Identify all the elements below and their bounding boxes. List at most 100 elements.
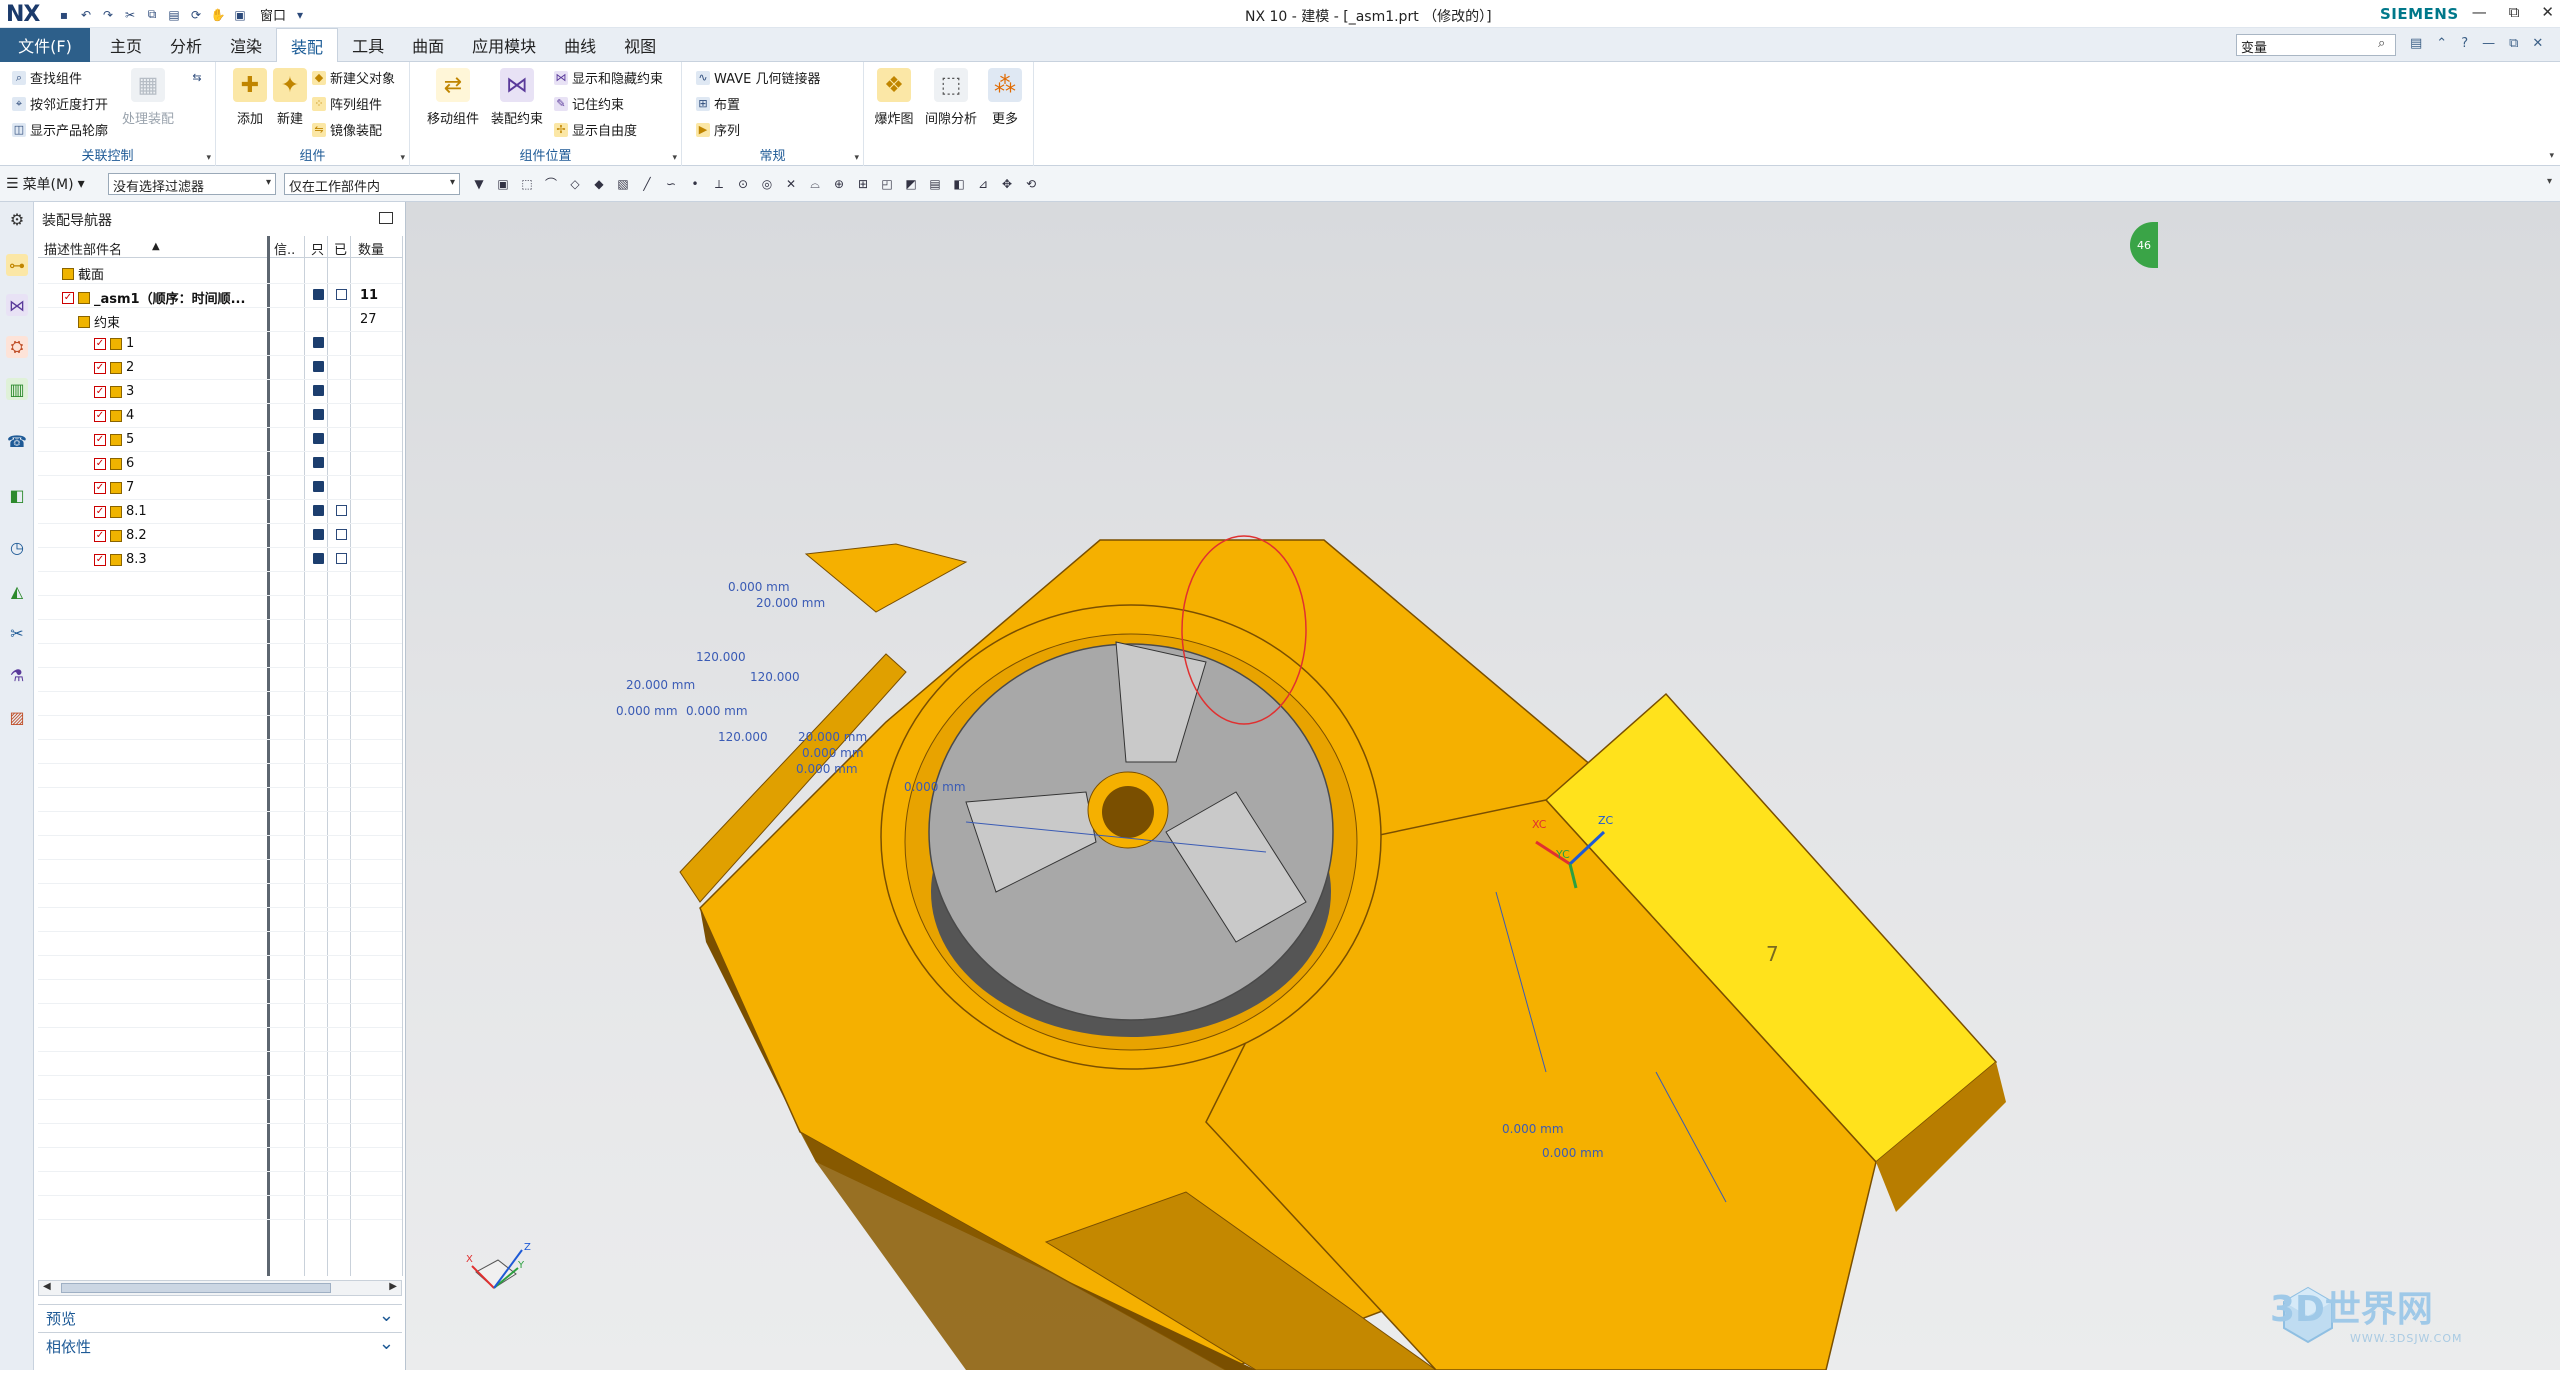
- search-icon[interactable]: ⌕: [2378, 36, 2385, 51]
- tree-node[interactable]: ✓ 3: [94, 384, 134, 399]
- render-style-icon[interactable]: ◩: [902, 175, 920, 193]
- layer-icon[interactable]: ▤: [926, 175, 944, 193]
- arrangement-button[interactable]: ⊞ 布置: [696, 94, 740, 113]
- new-component-button[interactable]: ✦ 新建: [264, 68, 316, 127]
- undo-icon[interactable]: ↶: [78, 7, 94, 23]
- grid-icon[interactable]: ⊞: [854, 175, 872, 193]
- tree-node[interactable]: ✓ 4: [94, 408, 134, 423]
- view-orient-icon[interactable]: ◰: [878, 175, 896, 193]
- curve-icon[interactable]: ∽: [662, 175, 680, 193]
- doc-restore-button[interactable]: ⧉: [2509, 36, 2518, 51]
- command-search-input[interactable]: 变量: [2236, 34, 2396, 56]
- tree-node[interactable]: ✓ 8.3: [94, 552, 147, 567]
- tree-row[interactable]: 约束 27: [38, 308, 402, 332]
- dimension-label[interactable]: 0.000 mm: [1502, 1122, 1564, 1136]
- clearance-analysis-button[interactable]: ⬚ 间隙分析: [920, 68, 982, 127]
- graphics-window[interactable]: 0.000 mm 20.000 mm 120.000 120.000 20.00…: [406, 202, 2560, 1370]
- tree-row[interactable]: ✓ 1: [38, 332, 402, 356]
- dimension-label[interactable]: 20.000 mm: [626, 678, 695, 692]
- tree-node[interactable]: ✓ _asm1（顺序：时间顺...: [62, 288, 245, 307]
- dependency-section[interactable]: 相依性 ⌄: [38, 1332, 402, 1356]
- tab-assembly[interactable]: 装配: [276, 28, 339, 62]
- scroll-left-icon[interactable]: ◀: [43, 1281, 51, 1292]
- visibility-checkbox[interactable]: ✓: [94, 529, 106, 542]
- ribbon-overflow-icon[interactable]: ▾: [2549, 151, 2554, 161]
- exploded-view-button[interactable]: ❖ 爆炸图: [868, 68, 920, 127]
- tree-row[interactable]: ✓ 2: [38, 356, 402, 380]
- more-button[interactable]: ⁂ 更多: [982, 68, 1028, 127]
- tab-render[interactable]: 渲染: [216, 28, 276, 62]
- window-menu[interactable]: 窗口: [260, 5, 286, 24]
- mirror-assembly-button[interactable]: ⇋ 镜像装配: [312, 120, 382, 139]
- restore-button[interactable]: ⧉: [2509, 3, 2520, 21]
- touch-mode-icon[interactable]: ✋: [210, 7, 226, 23]
- reuse-library-icon[interactable]: ▥: [6, 378, 28, 400]
- tree-node[interactable]: ✓ 5: [94, 432, 134, 447]
- cut-icon[interactable]: ✂: [122, 7, 138, 23]
- sort-ascending-icon[interactable]: ▲: [152, 241, 160, 252]
- repeat-command-icon[interactable]: ⟳: [188, 7, 204, 23]
- paste-icon[interactable]: ▤: [166, 7, 182, 23]
- dimension-label[interactable]: 0.000 mm: [686, 704, 748, 718]
- sequence-button[interactable]: ▶ 序列: [696, 120, 740, 139]
- group-expand-icon[interactable]: ▾: [400, 153, 405, 163]
- tree-node[interactable]: ✓ 8.1: [94, 504, 147, 519]
- tab-analysis[interactable]: 分析: [156, 28, 216, 62]
- midpoint-icon[interactable]: ⊙: [734, 175, 752, 193]
- visibility-checkbox[interactable]: ✓: [94, 553, 106, 566]
- tree-row[interactable]: ✓ 8.1: [38, 500, 402, 524]
- assembly-constraints-button[interactable]: ⋈ 装配约束: [486, 68, 548, 127]
- tree-node[interactable]: ✓ 7: [94, 480, 134, 495]
- dimension-label[interactable]: 20.000 mm: [756, 596, 825, 610]
- visibility-checkbox[interactable]: ✓: [94, 409, 106, 422]
- move-component-button[interactable]: ⇄ 移动组件: [422, 68, 484, 127]
- visibility-checkbox[interactable]: ✓: [94, 481, 106, 494]
- web-browser-icon[interactable]: ☎: [6, 430, 28, 452]
- tree-node[interactable]: ✓ 8.2: [94, 528, 147, 543]
- process-assembly-button[interactable]: ▦ 处理装配: [122, 68, 174, 127]
- maximize-panel-icon[interactable]: [379, 212, 393, 224]
- body-select-icon[interactable]: ◆: [590, 175, 608, 193]
- dimension-label[interactable]: 0.000 mm: [802, 746, 864, 760]
- dimension-label[interactable]: 120.000: [696, 650, 746, 664]
- group-expand-icon[interactable]: ▾: [854, 153, 859, 163]
- dimension-label[interactable]: 0.000 mm: [904, 780, 966, 794]
- visibility-checkbox[interactable]: ✓: [94, 505, 106, 518]
- remember-constraints-button[interactable]: ✎ 记住约束: [554, 94, 624, 113]
- pan-icon[interactable]: ✥: [998, 175, 1016, 193]
- dimension-label[interactable]: 120.000: [750, 670, 800, 684]
- system-materials-icon[interactable]: ◭: [6, 580, 28, 602]
- tree-node[interactable]: 约束: [78, 312, 120, 331]
- clock-icon[interactable]: ◷: [6, 536, 28, 558]
- wave-linker-button[interactable]: ∿ WAVE 几何链接器: [696, 68, 820, 87]
- horizontal-scrollbar[interactable]: ◀ ▶: [38, 1280, 402, 1296]
- scroll-thumb[interactable]: [61, 1283, 331, 1293]
- dimension-label[interactable]: 20.000 mm: [798, 730, 867, 744]
- tree-node[interactable]: ✓ 2: [94, 360, 134, 375]
- new-parent-button[interactable]: ◆ 新建父对象: [312, 68, 395, 87]
- tab-view[interactable]: 视图: [610, 28, 670, 62]
- constraint-navigator-icon[interactable]: ⋈: [6, 294, 28, 316]
- show-dof-button[interactable]: ✢ 显示自由度: [554, 120, 637, 139]
- tab-curve[interactable]: 曲线: [550, 28, 610, 62]
- group-expand-icon[interactable]: ▾: [672, 153, 677, 163]
- col-quantity[interactable]: 数量: [358, 239, 384, 258]
- file-menu-tab[interactable]: 文件(F): [0, 28, 90, 62]
- tree-row[interactable]: ✓ 4: [38, 404, 402, 428]
- tab-tools[interactable]: 工具: [338, 28, 398, 62]
- feature-select-icon[interactable]: ◇: [566, 175, 584, 193]
- lasso-icon[interactable]: ⌒: [542, 175, 560, 193]
- save-icon[interactable]: ▪: [56, 7, 72, 23]
- tree-node[interactable]: ✓ 1: [94, 336, 134, 351]
- help-icon[interactable]: ?: [2461, 36, 2468, 51]
- work-plane-icon[interactable]: ◧: [950, 175, 968, 193]
- visibility-checkbox[interactable]: ✓: [94, 361, 106, 374]
- visibility-checkbox[interactable]: ✓: [94, 337, 106, 350]
- find-component-button[interactable]: ⌕ 查找组件: [12, 68, 82, 87]
- tab-home[interactable]: 主页: [96, 28, 156, 62]
- rotate-icon[interactable]: ⟲: [1022, 175, 1040, 193]
- ribbon-options-icon[interactable]: ▤: [2410, 36, 2422, 51]
- tree-row[interactable]: ✓ 8.2: [38, 524, 402, 548]
- pattern-component-button[interactable]: ⁘ 阵列组件: [312, 94, 382, 113]
- dimension-label[interactable]: 0.000 mm: [616, 704, 678, 718]
